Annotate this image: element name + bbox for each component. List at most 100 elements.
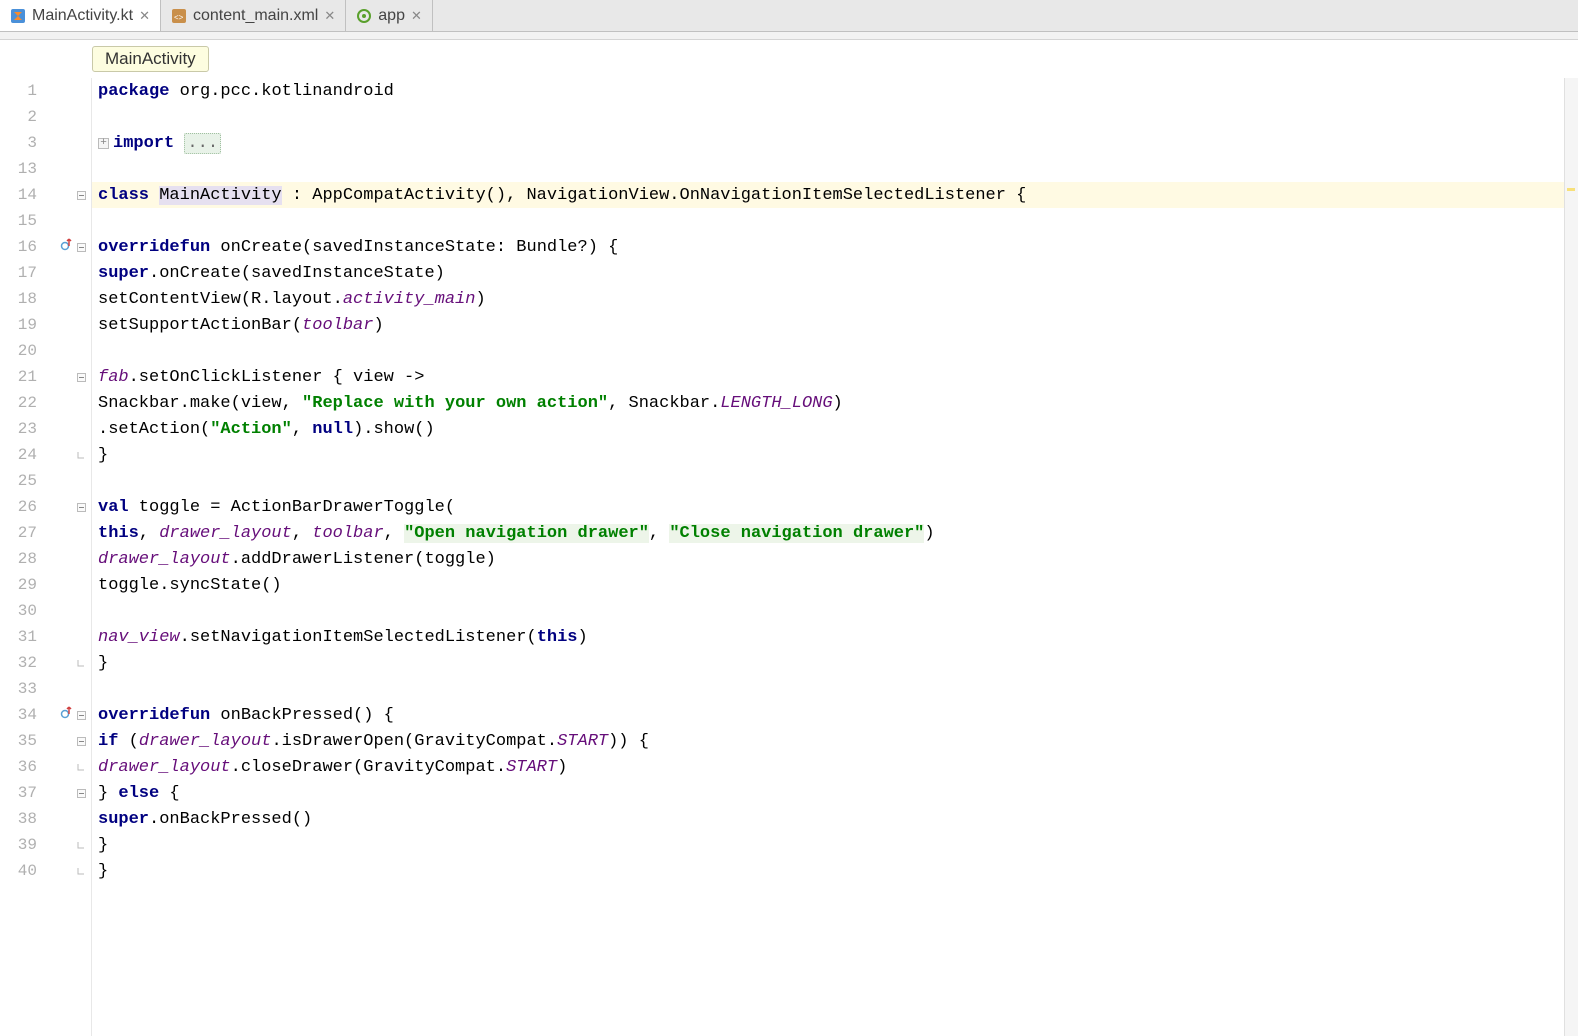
gutter-row: 18 <box>0 286 91 312</box>
close-icon[interactable]: ✕ <box>324 8 335 24</box>
line-number: 39 <box>1 836 37 854</box>
marker-warning-icon[interactable] <box>1567 188 1575 191</box>
editor-tabs: MainActivity.kt ✕ <> content_main.xml ✕ … <box>0 0 1578 32</box>
gutter-row: 14 <box>0 182 91 208</box>
tab-label: content_main.xml <box>193 7 318 25</box>
close-icon[interactable]: ✕ <box>139 8 150 24</box>
fold-collapse-icon[interactable] <box>76 736 87 747</box>
gutter-row: 25 <box>0 468 91 494</box>
gutter-row: 29 <box>0 572 91 598</box>
fold-collapse-icon[interactable] <box>76 502 87 513</box>
gutter-row: 13 <box>0 156 91 182</box>
fold-end-icon[interactable] <box>76 450 87 461</box>
fold-collapse-icon[interactable] <box>76 710 87 721</box>
line-number: 20 <box>1 342 37 360</box>
line-number: 35 <box>1 732 37 750</box>
line-number: 33 <box>1 680 37 698</box>
gutter-row: 16 <box>0 234 91 260</box>
gutter-row: 20 <box>0 338 91 364</box>
line-number: 2 <box>1 108 37 126</box>
class-name: MainActivity <box>159 186 281 205</box>
tab-mainactivity[interactable]: MainActivity.kt ✕ <box>0 0 161 31</box>
breadcrumb-bar: MainActivity <box>0 40 1578 78</box>
svg-text:<>: <> <box>174 13 184 22</box>
line-number: 22 <box>1 394 37 412</box>
line-number: 27 <box>1 524 37 542</box>
line-number: 15 <box>1 212 37 230</box>
gutter-row: 39 <box>0 832 91 858</box>
keyword-package: package <box>98 82 169 101</box>
gutter-row: 26 <box>0 494 91 520</box>
gutter-row: 17 <box>0 260 91 286</box>
line-number: 16 <box>1 238 37 256</box>
fold-collapse-icon[interactable] <box>76 372 87 383</box>
line-number: 17 <box>1 264 37 282</box>
line-number: 19 <box>1 316 37 334</box>
line-number: 21 <box>1 368 37 386</box>
line-number: 38 <box>1 810 37 828</box>
gutter-row: 35 <box>0 728 91 754</box>
tab-strip-spacer <box>0 32 1578 40</box>
tab-app[interactable]: app ✕ <box>346 0 433 31</box>
gutter-row: 2 <box>0 104 91 130</box>
fold-expand-icon[interactable]: + <box>98 138 109 149</box>
gutter-row: 38 <box>0 806 91 832</box>
folded-imports[interactable]: ... <box>184 133 221 154</box>
line-number: 1 <box>1 82 37 100</box>
gutter-row: 22 <box>0 390 91 416</box>
gutter-row: 34 <box>0 702 91 728</box>
line-number: 13 <box>1 160 37 178</box>
gutter-row: 27 <box>0 520 91 546</box>
tab-content-main-xml[interactable]: <> content_main.xml ✕ <box>161 0 346 31</box>
gutter-row: 28 <box>0 546 91 572</box>
line-number: 18 <box>1 290 37 308</box>
code-area[interactable]: package org.pcc.kotlinandroid +import ..… <box>92 78 1578 1036</box>
close-icon[interactable]: ✕ <box>411 8 422 24</box>
gutter-row: 31 <box>0 624 91 650</box>
line-number: 28 <box>1 550 37 568</box>
gutter-row: 30 <box>0 598 91 624</box>
gutter: 1231314151617181920212223242526272829303… <box>0 78 92 1036</box>
line-number: 24 <box>1 446 37 464</box>
fold-end-icon[interactable] <box>76 658 87 669</box>
tab-label: MainActivity.kt <box>32 7 133 25</box>
gutter-row: 40 <box>0 858 91 884</box>
line-number: 37 <box>1 784 37 802</box>
editor-area: 1231314151617181920212223242526272829303… <box>0 78 1578 1036</box>
gutter-row: 32 <box>0 650 91 676</box>
gutter-row: 37 <box>0 780 91 806</box>
line-number: 25 <box>1 472 37 490</box>
line-number: 30 <box>1 602 37 620</box>
gutter-row: 36 <box>0 754 91 780</box>
gutter-row: 3 <box>0 130 91 156</box>
fold-collapse-icon[interactable] <box>76 190 87 201</box>
line-number: 14 <box>1 186 37 204</box>
breadcrumb[interactable]: MainActivity <box>92 46 209 72</box>
override-marker-icon[interactable] <box>60 705 74 725</box>
gutter-row: 33 <box>0 676 91 702</box>
class-declaration-line: class MainActivity : AppCompatActivity()… <box>92 182 1578 208</box>
gutter-row: 21 <box>0 364 91 390</box>
kotlin-file-icon <box>10 8 26 24</box>
line-number: 3 <box>1 134 37 152</box>
fold-collapse-icon[interactable] <box>76 242 87 253</box>
tab-label: app <box>378 7 405 25</box>
gutter-row: 23 <box>0 416 91 442</box>
fold-end-icon[interactable] <box>76 866 87 877</box>
fold-end-icon[interactable] <box>76 840 87 851</box>
error-stripe[interactable] <box>1564 78 1578 1036</box>
line-number: 40 <box>1 862 37 880</box>
gutter-row: 19 <box>0 312 91 338</box>
line-number: 32 <box>1 654 37 672</box>
keyword-import: import <box>113 134 174 153</box>
fold-collapse-icon[interactable] <box>76 788 87 799</box>
gutter-row: 1 <box>0 78 91 104</box>
line-number: 34 <box>1 706 37 724</box>
line-number: 23 <box>1 420 37 438</box>
line-number: 26 <box>1 498 37 516</box>
line-number: 31 <box>1 628 37 646</box>
line-number: 29 <box>1 576 37 594</box>
line-number: 36 <box>1 758 37 776</box>
override-marker-icon[interactable] <box>60 237 74 257</box>
fold-end-icon[interactable] <box>76 762 87 773</box>
